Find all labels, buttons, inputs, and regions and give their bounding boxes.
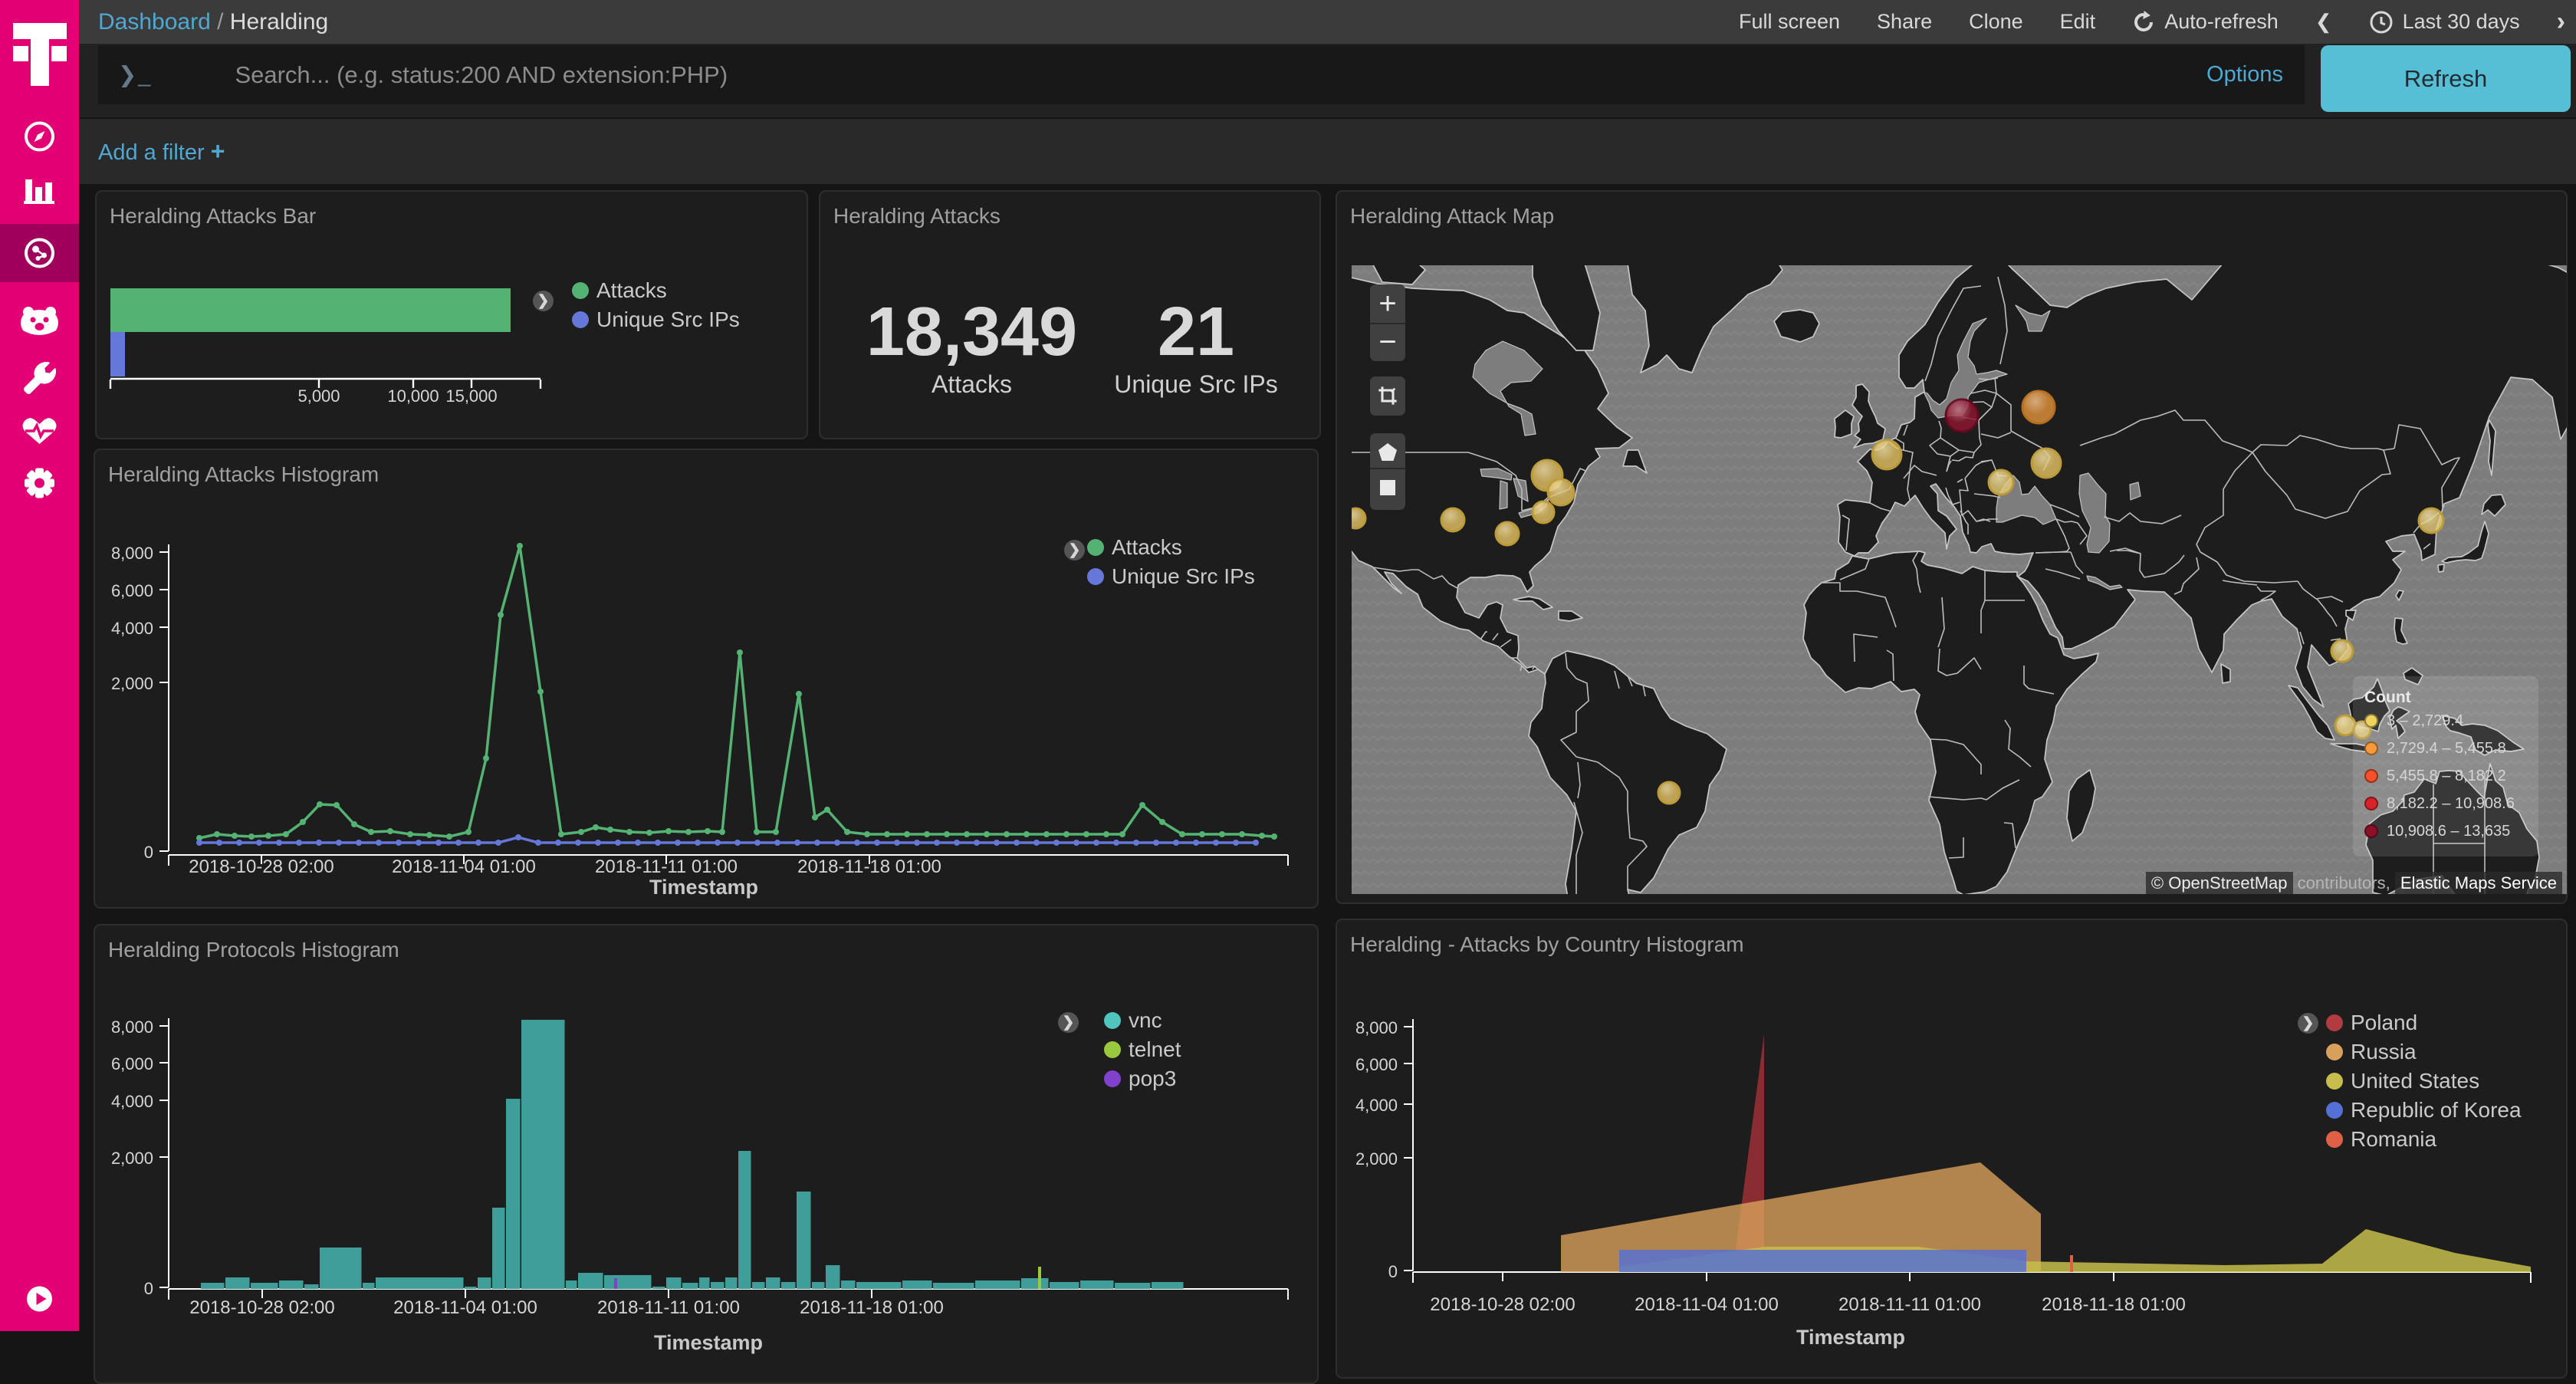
svg-text:2018-11-18 01:00: 2018-11-18 01:00 <box>797 856 941 877</box>
svg-text:2,000: 2,000 <box>111 674 153 693</box>
svg-text:6,000: 6,000 <box>1355 1055 1398 1074</box>
svg-text:0: 0 <box>144 1279 153 1298</box>
svg-text:4,000: 4,000 <box>111 619 153 638</box>
svg-text:8,000: 8,000 <box>111 544 153 563</box>
svg-text:8,000: 8,000 <box>111 1017 153 1037</box>
svg-text:2,000: 2,000 <box>111 1149 153 1168</box>
svg-text:6,000: 6,000 <box>111 1054 153 1073</box>
svg-text:15,000: 15,000 <box>445 386 497 406</box>
svg-text:2018-11-11 01:00: 2018-11-11 01:00 <box>595 856 738 877</box>
svg-text:2018-11-04 01:00: 2018-11-04 01:00 <box>393 1297 537 1318</box>
svg-text:2018-11-04 01:00: 2018-11-04 01:00 <box>1635 1294 1779 1315</box>
svg-text:2018-11-04 01:00: 2018-11-04 01:00 <box>392 856 536 877</box>
svg-text:2,000: 2,000 <box>1355 1149 1398 1169</box>
svg-text:2018-10-28 02:00: 2018-10-28 02:00 <box>189 856 334 877</box>
svg-text:10,000: 10,000 <box>387 386 439 406</box>
svg-text:8,000: 8,000 <box>1355 1018 1398 1037</box>
svg-text:2018-11-11 01:00: 2018-11-11 01:00 <box>597 1297 740 1318</box>
svg-text:6,000: 6,000 <box>111 581 153 600</box>
svg-text:0: 0 <box>1388 1262 1398 1281</box>
svg-text:2018-10-28 02:00: 2018-10-28 02:00 <box>1430 1294 1576 1315</box>
svg-text:4,000: 4,000 <box>1355 1096 1398 1115</box>
svg-text:2018-11-18 01:00: 2018-11-18 01:00 <box>2042 1294 2186 1315</box>
svg-text:5,000: 5,000 <box>297 386 340 406</box>
svg-text:Timestamp: Timestamp <box>1796 1326 1905 1349</box>
svg-text:2018-10-28 02:00: 2018-10-28 02:00 <box>189 1297 335 1318</box>
svg-text:0: 0 <box>144 843 153 862</box>
svg-text:Timestamp: Timestamp <box>649 876 758 899</box>
svg-text:4,000: 4,000 <box>111 1092 153 1111</box>
svg-text:Timestamp: Timestamp <box>654 1331 763 1354</box>
svg-text:2018-11-18 01:00: 2018-11-18 01:00 <box>800 1297 944 1318</box>
svg-text:2018-11-11 01:00: 2018-11-11 01:00 <box>1838 1294 1981 1315</box>
